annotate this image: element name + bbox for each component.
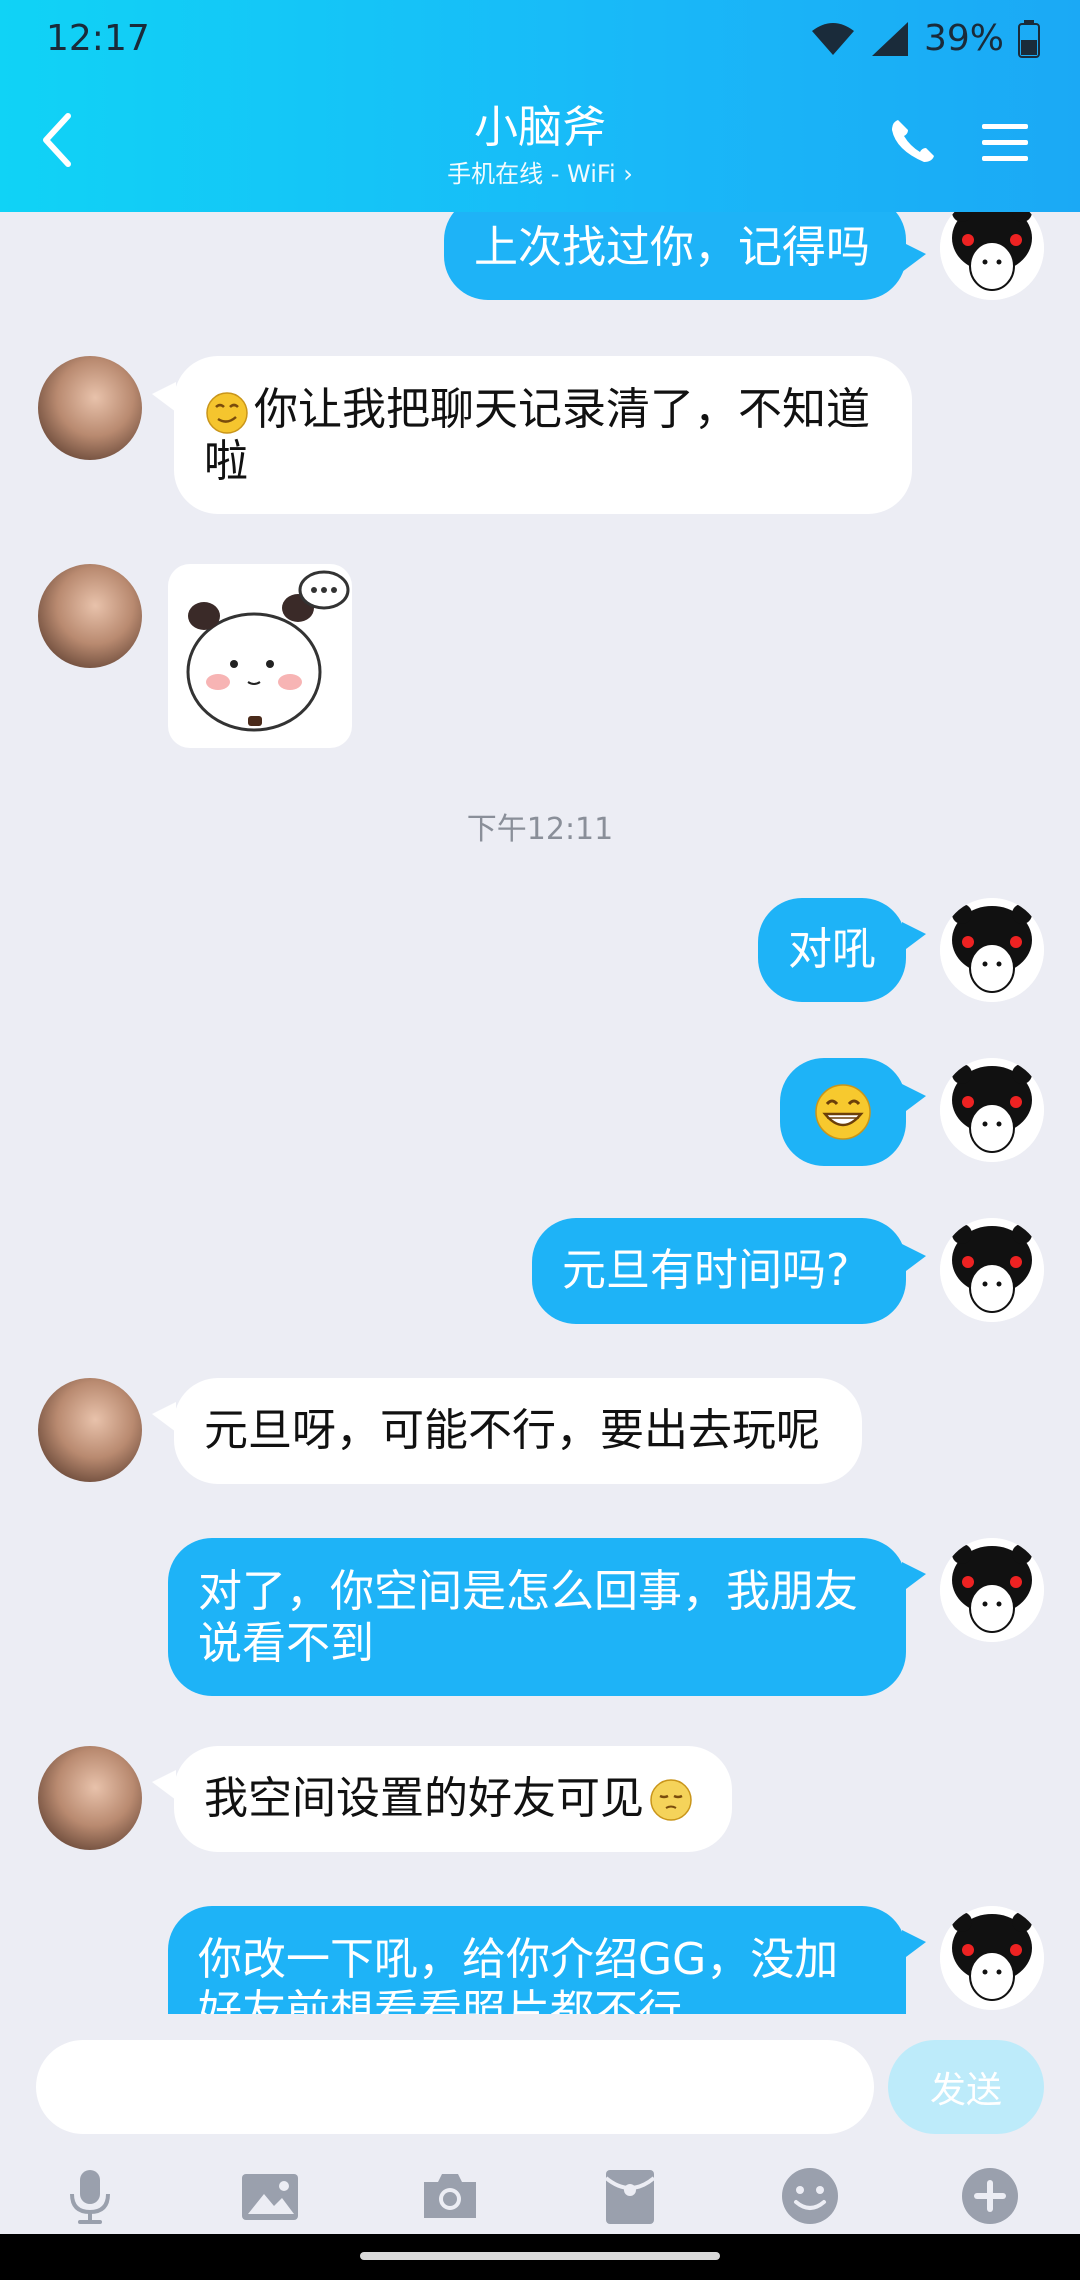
status-icons: 39% xyxy=(810,18,1040,59)
battery-icon xyxy=(1018,19,1040,58)
message-bubble-me[interactable]: 你改一下吼，给你介绍GG，没加 好友前想看看照片都不行 xyxy=(168,1906,906,2014)
message-text-line1: 你让我把聊天记录清了，不知道 xyxy=(254,384,870,435)
message-text: 上次找过你，记得吗 xyxy=(474,222,870,273)
my-avatar[interactable] xyxy=(940,1906,1044,2010)
chevron-right-icon: › xyxy=(623,160,633,188)
message-bubble-me[interactable]: 对吼 xyxy=(758,898,906,1002)
bubble-tail xyxy=(902,242,926,272)
menu-icon[interactable] xyxy=(980,116,1030,168)
bubble-tail xyxy=(902,1244,926,1274)
bubble-tail xyxy=(902,1084,926,1114)
status-time: 12:17 xyxy=(46,18,150,59)
message-text-line2: 好友前想看看照片都不行 xyxy=(198,1986,682,2014)
shy-emoji-icon xyxy=(650,1779,692,1821)
signal-icon xyxy=(871,21,908,56)
wifi-icon xyxy=(811,22,854,55)
image-icon[interactable] xyxy=(238,2164,302,2228)
message-text-line2: 说看不到 xyxy=(198,1618,374,1669)
send-button[interactable]: 发送 xyxy=(888,2040,1044,2134)
status-bar: 12:17 39% xyxy=(0,0,1080,80)
microphone-icon[interactable] xyxy=(58,2164,122,2228)
message-text-line1: 对了，你空间是怎么回事，我朋友 xyxy=(198,1566,858,1617)
my-avatar[interactable] xyxy=(940,1538,1044,1642)
message-bubble-them[interactable]: 我空间设置的好友可见 xyxy=(174,1746,732,1852)
my-avatar[interactable] xyxy=(940,1218,1044,1322)
camera-icon[interactable] xyxy=(418,2164,482,2228)
contact-avatar[interactable] xyxy=(38,564,142,668)
panda-sticker-icon xyxy=(186,570,350,732)
kumamon-girl-avatar-icon xyxy=(940,212,1044,300)
contact-avatar[interactable] xyxy=(38,1378,142,1482)
system-nav-bar xyxy=(0,2234,1080,2280)
red-packet-icon[interactable] xyxy=(598,2164,662,2228)
battery-percent: 39% xyxy=(923,18,1004,59)
message-text: 元旦有时间吗? xyxy=(562,1245,850,1296)
grin-emoji-icon xyxy=(815,1084,871,1140)
message-bubble-me-emoji[interactable] xyxy=(780,1058,906,1166)
bubble-tail xyxy=(152,1770,176,1800)
kumamon-girl-avatar-icon xyxy=(940,898,1044,1002)
phone-icon[interactable] xyxy=(886,116,938,168)
message-text-line2: 啦 xyxy=(204,436,248,487)
message-text: 元旦呀，可能不行，要出去玩呢 xyxy=(204,1405,820,1456)
bubble-tail xyxy=(902,922,926,952)
message-bubble-me[interactable]: 上次找过你，记得吗 xyxy=(444,212,906,300)
bubble-tail xyxy=(902,1930,926,1960)
message-list[interactable]: 上次找过你，记得吗 你让我把聊天记录清了，不知道 啦 下午12:11 对吼 元旦… xyxy=(0,212,1080,2014)
message-text: 我空间设置的好友可见 xyxy=(204,1773,644,1824)
panda-thinking-sticker[interactable] xyxy=(168,564,352,748)
home-gesture-handle[interactable] xyxy=(360,2252,720,2260)
contact-avatar[interactable] xyxy=(38,356,142,460)
message-text: 对吼 xyxy=(788,924,876,975)
my-avatar[interactable] xyxy=(940,898,1044,1002)
kumamon-girl-avatar-icon xyxy=(940,1058,1044,1162)
my-avatar[interactable] xyxy=(940,1058,1044,1162)
bubble-tail xyxy=(152,382,176,412)
contact-avatar[interactable] xyxy=(38,1746,142,1850)
message-input[interactable] xyxy=(36,2040,874,2134)
message-bubble-them[interactable]: 元旦呀，可能不行，要出去玩呢 xyxy=(174,1378,862,1484)
message-bubble-me[interactable]: 对了，你空间是怎么回事，我朋友 说看不到 xyxy=(168,1538,906,1696)
kumamon-girl-avatar-icon xyxy=(940,1538,1044,1642)
kumamon-girl-avatar-icon xyxy=(940,1218,1044,1322)
message-text-line1: 你改一下吼，给你介绍GG，没加 xyxy=(198,1934,839,1985)
kumamon-girl-avatar-icon xyxy=(940,1906,1044,2010)
emoji-icon[interactable] xyxy=(778,2164,842,2228)
bubble-tail xyxy=(152,1402,176,1432)
chat-header: 12:17 39% 小脑斧 手机在线 - WiFi › xyxy=(0,0,1080,212)
message-timestamp: 下午12:11 xyxy=(466,812,614,847)
message-bubble-me[interactable]: 元旦有时间吗? xyxy=(532,1218,906,1324)
plus-icon[interactable] xyxy=(958,2164,1022,2228)
smug-emoji-icon xyxy=(206,392,248,434)
my-avatar[interactable] xyxy=(940,212,1044,300)
message-bubble-them[interactable]: 你让我把聊天记录清了，不知道 啦 xyxy=(174,356,912,514)
bubble-tail xyxy=(902,1562,926,1592)
